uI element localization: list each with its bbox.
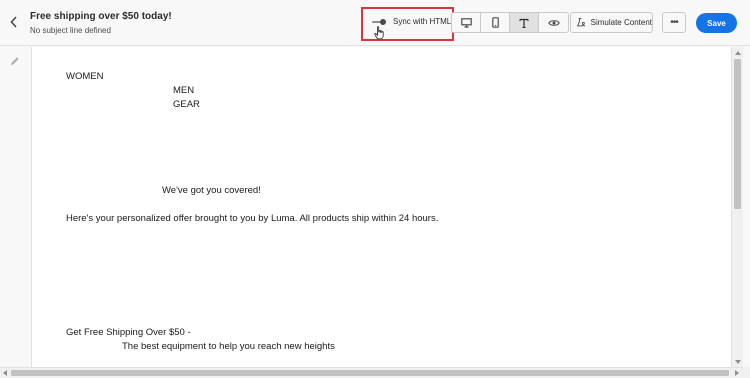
promo-subtitle: The best equipment to help you reach new… [122, 341, 335, 352]
pencil-icon[interactable] [10, 56, 20, 66]
right-gutter [743, 47, 750, 367]
preview-button[interactable] [539, 13, 568, 32]
subject-line-status: No subject line defined [30, 26, 111, 35]
nav-link-women[interactable]: WOMEN [66, 71, 103, 82]
text-view-button[interactable] [510, 13, 539, 32]
email-content-canvas[interactable]: WOMEN MEN GEAR We've got you covered! He… [31, 47, 731, 367]
scroll-down-arrow-icon[interactable] [735, 360, 741, 364]
promo-title: Get Free Shipping Over $50 - [66, 327, 191, 338]
sync-html-label: Sync with HTML [393, 17, 452, 26]
page-title: Free shipping over $50 today! [30, 11, 172, 22]
toggle-knob [380, 19, 386, 25]
mobile-view-button[interactable] [481, 13, 510, 32]
horizontal-scrollbar[interactable] [0, 367, 743, 378]
back-button[interactable] [6, 13, 22, 31]
horizontal-scroll-thumb[interactable] [11, 370, 729, 376]
email-headline: We've got you covered! [162, 185, 261, 196]
nav-link-men[interactable]: MEN [173, 85, 194, 96]
simulate-content-button[interactable]: Simulate Content [570, 12, 653, 33]
mobile-icon [491, 17, 499, 28]
vertical-scroll-thumb[interactable] [734, 59, 741, 209]
more-icon: ••• [670, 17, 678, 28]
chevron-left-icon [10, 16, 17, 28]
simulate-content-label: Simulate Content [590, 18, 652, 27]
text-icon [519, 18, 529, 28]
eye-icon [547, 19, 560, 26]
hand-cursor-icon [374, 26, 384, 40]
nav-link-gear[interactable]: GEAR [173, 99, 200, 110]
flask-user-icon [577, 17, 586, 27]
more-actions-button[interactable]: ••• [662, 12, 686, 33]
scroll-left-arrow-icon[interactable] [3, 370, 7, 376]
desktop-view-button[interactable] [452, 13, 481, 32]
email-designer: Free shipping over $50 today! No subject… [0, 0, 750, 378]
save-button[interactable]: Save [696, 13, 737, 33]
scrollbar-corner [743, 367, 750, 378]
view-mode-switcher [451, 12, 569, 33]
sync-html-toggle[interactable] [372, 18, 386, 26]
vertical-scrollbar[interactable] [731, 47, 743, 367]
header-bar: Free shipping over $50 today! No subject… [0, 0, 750, 46]
desktop-icon [460, 17, 472, 28]
scroll-right-arrow-icon[interactable] [735, 370, 739, 376]
scroll-up-arrow-icon[interactable] [735, 51, 741, 55]
email-body-text: Here's your personalized offer brought t… [66, 213, 439, 224]
